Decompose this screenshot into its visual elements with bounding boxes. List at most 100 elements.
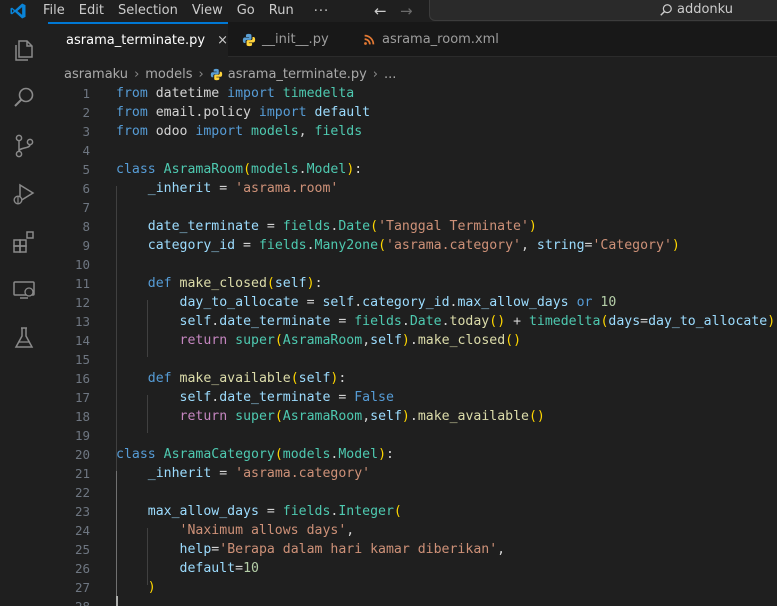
code-line[interactable]: 6 _inherit = 'asrama.room' (48, 179, 777, 198)
code-token: from (116, 124, 148, 139)
vscode-logo-icon[interactable] (9, 2, 27, 20)
code-line[interactable]: 14 return super(AsramaRoom,self).make_cl… (48, 331, 777, 350)
tab-asrama-room-xml[interactable]: asrama_room.xml (354, 22, 514, 57)
code-token: ) (401, 409, 410, 424)
breadcrumb-folder-models[interactable]: models (145, 67, 192, 82)
code-line[interactable]: 13 self.date_terminate = fields.Date.tod… (48, 312, 777, 331)
code-editor[interactable]: 1 from datetime import timedelta 2 from ema… (48, 84, 777, 606)
code-token: 'asrama.room' (235, 181, 339, 196)
line-number: 7 (82, 200, 90, 215)
menu-go[interactable]: Go (237, 0, 255, 22)
code-token: False (354, 390, 394, 405)
code-line[interactable]: 23 max_allow_days = fields.Integer( (48, 502, 777, 521)
code-token: email.policy (147, 105, 259, 120)
menu-edit[interactable]: Edit (79, 0, 104, 22)
code-line[interactable]: 2 from email.policy import default (48, 103, 777, 122)
line-number: 4 (82, 143, 90, 158)
code-token: self (370, 333, 402, 348)
code-token: _inherit (147, 466, 212, 481)
code-line[interactable]: 28 (48, 597, 777, 606)
code-token: fields (282, 219, 331, 234)
code-line[interactable]: 5 class AsramaRoom(models.Model): (48, 160, 777, 179)
menu-run[interactable]: Run (269, 0, 294, 22)
line-number: 25 (74, 542, 90, 557)
code-line[interactable]: 17 self.date_terminate = False (48, 388, 777, 407)
code-text: default=10 (116, 559, 259, 578)
breadcrumb-file[interactable]: asrama_terminate.py (228, 67, 367, 82)
breadcrumb-folder-asramaku[interactable]: asramaku (64, 67, 128, 82)
code-line[interactable]: 20 class AsramaCategory(models.Model): (48, 445, 777, 464)
code-token: 10 (243, 561, 259, 576)
code-token: day_to_allocate (179, 295, 299, 310)
code-line[interactable]: 19 (48, 426, 777, 445)
chevron-right-icon: › (198, 66, 204, 82)
menu-view[interactable]: View (192, 0, 223, 22)
code-token: 'Category' (592, 238, 672, 253)
arrow-right-icon[interactable]: → (400, 2, 413, 20)
testing-icon[interactable] (10, 324, 38, 352)
code-line[interactable]: 3 from odoo import models, fields (48, 122, 777, 141)
code-token: ( (274, 409, 283, 424)
code-token: 'asrama.category' (386, 238, 521, 253)
code-line[interactable]: 1 from datetime import timedelta (48, 84, 777, 103)
arrow-left-icon[interactable]: ← (374, 2, 387, 20)
code-token: super (235, 409, 275, 424)
code-token: AsramaRoom (282, 409, 363, 424)
code-token: 'Naximum allows days' (179, 523, 347, 538)
code-line[interactable]: 15 (48, 350, 777, 369)
code-token: date_terminate (219, 314, 331, 329)
code-line[interactable]: 16 def make_available(self): (48, 369, 777, 388)
code-text: return super(AsramaRoom,self).make_avail… (116, 407, 545, 426)
menu-more-icon[interactable]: ··· (314, 4, 329, 19)
code-line[interactable]: 18 return super(AsramaRoom,self).make_av… (48, 407, 777, 426)
code-line[interactable]: 4 (48, 141, 777, 160)
menu-file[interactable]: File (43, 0, 65, 22)
chevron-right-icon: › (134, 66, 140, 82)
code-token: AsramaRoom (163, 162, 244, 177)
menu-bar: File Edit Selection View Go Run ··· (43, 0, 329, 22)
code-line[interactable]: 22 (48, 483, 777, 502)
code-token: super (235, 333, 275, 348)
code-line[interactable]: 24 'Naximum allows days', (48, 521, 777, 540)
code-token: today (449, 314, 490, 329)
code-line[interactable]: 25 help='Berapa dalam hari kamar diberik… (48, 540, 777, 559)
source-control-icon[interactable] (10, 132, 38, 160)
code-token: ) (378, 447, 387, 462)
explorer-icon[interactable] (10, 36, 38, 64)
code-line[interactable]: 7 (48, 198, 777, 217)
code-line[interactable]: 12 day_to_allocate = self.category_id.ma… (48, 293, 777, 312)
search-icon[interactable] (10, 84, 38, 112)
breadcrumb-more[interactable]: ... (384, 67, 396, 82)
code-line[interactable]: 10 (48, 255, 777, 274)
code-line[interactable]: 21 _inherit = 'asrama.category' (48, 464, 777, 483)
code-line[interactable]: 9 category_id = fields.Many2one('asrama.… (48, 236, 777, 255)
code-text: self.date_terminate = False (116, 388, 394, 407)
tab-asrama-terminate[interactable]: asrama_terminate.py × (48, 22, 228, 57)
tab-init[interactable]: __init__.py (228, 22, 348, 57)
code-token: self (179, 314, 212, 329)
close-icon[interactable]: × (217, 33, 228, 48)
menu-selection[interactable]: Selection (118, 0, 178, 22)
search-icon (660, 4, 672, 16)
extensions-icon[interactable] (10, 228, 38, 256)
line-number: 20 (74, 447, 90, 462)
code-line[interactable]: 27 ) (48, 578, 777, 597)
code-line[interactable]: 8 date_terminate = fields.Date('Tanggal … (48, 217, 777, 236)
code-token: , (497, 542, 506, 557)
line-number: 23 (74, 504, 90, 519)
code-token: ( (243, 162, 252, 177)
code-token: ) (306, 276, 315, 291)
remote-explorer-icon[interactable] (10, 276, 38, 304)
line-number: 26 (74, 561, 90, 576)
code-line[interactable]: 26 default=10 (48, 559, 777, 578)
code-token: Date (338, 219, 371, 234)
run-debug-icon[interactable] (10, 180, 38, 208)
code-line[interactable]: 11 def make_closed(self): (48, 274, 777, 293)
